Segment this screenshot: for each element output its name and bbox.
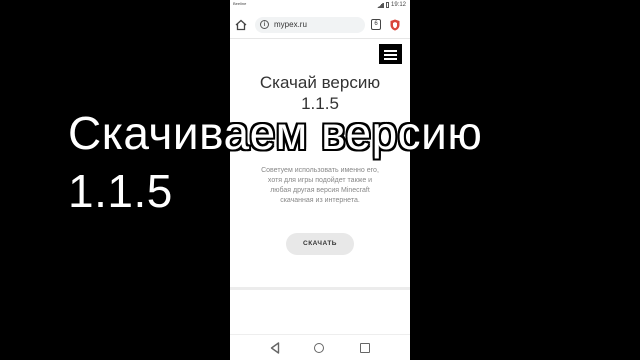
url-text: mypex.ru [274,20,307,29]
battery-icon [385,2,389,8]
status-bar: Beeline 19:12 [230,0,410,12]
browser-toolbar: i mypex.ru 6 [230,12,410,39]
video-caption: Скачиваем версию 1.1.5 [68,104,608,220]
address-bar[interactable]: i mypex.ru [255,17,365,33]
shield-icon[interactable] [390,19,400,31]
section-divider [230,287,410,290]
carrier-label: Beeline [233,1,247,6]
signal-icon [375,2,384,8]
info-icon[interactable]: i [260,20,269,29]
recent-apps-icon[interactable] [360,343,370,353]
download-button[interactable]: СКАЧАТЬ [286,233,354,255]
status-icons: 19:12 [375,2,406,8]
caption-line1: Скачиваем версию [68,107,483,159]
nav-home-icon[interactable] [314,343,324,353]
tab-switcher-button[interactable]: 6 [371,19,381,30]
page-title-line1: Скачай версию [259,73,381,92]
home-icon[interactable] [235,19,247,31]
hamburger-menu-icon[interactable] [379,44,402,64]
clock: 19:12 [390,2,406,8]
back-icon[interactable] [270,342,280,354]
android-nav-bar [230,334,410,360]
caption-line2: 1.1.5 [68,165,173,217]
